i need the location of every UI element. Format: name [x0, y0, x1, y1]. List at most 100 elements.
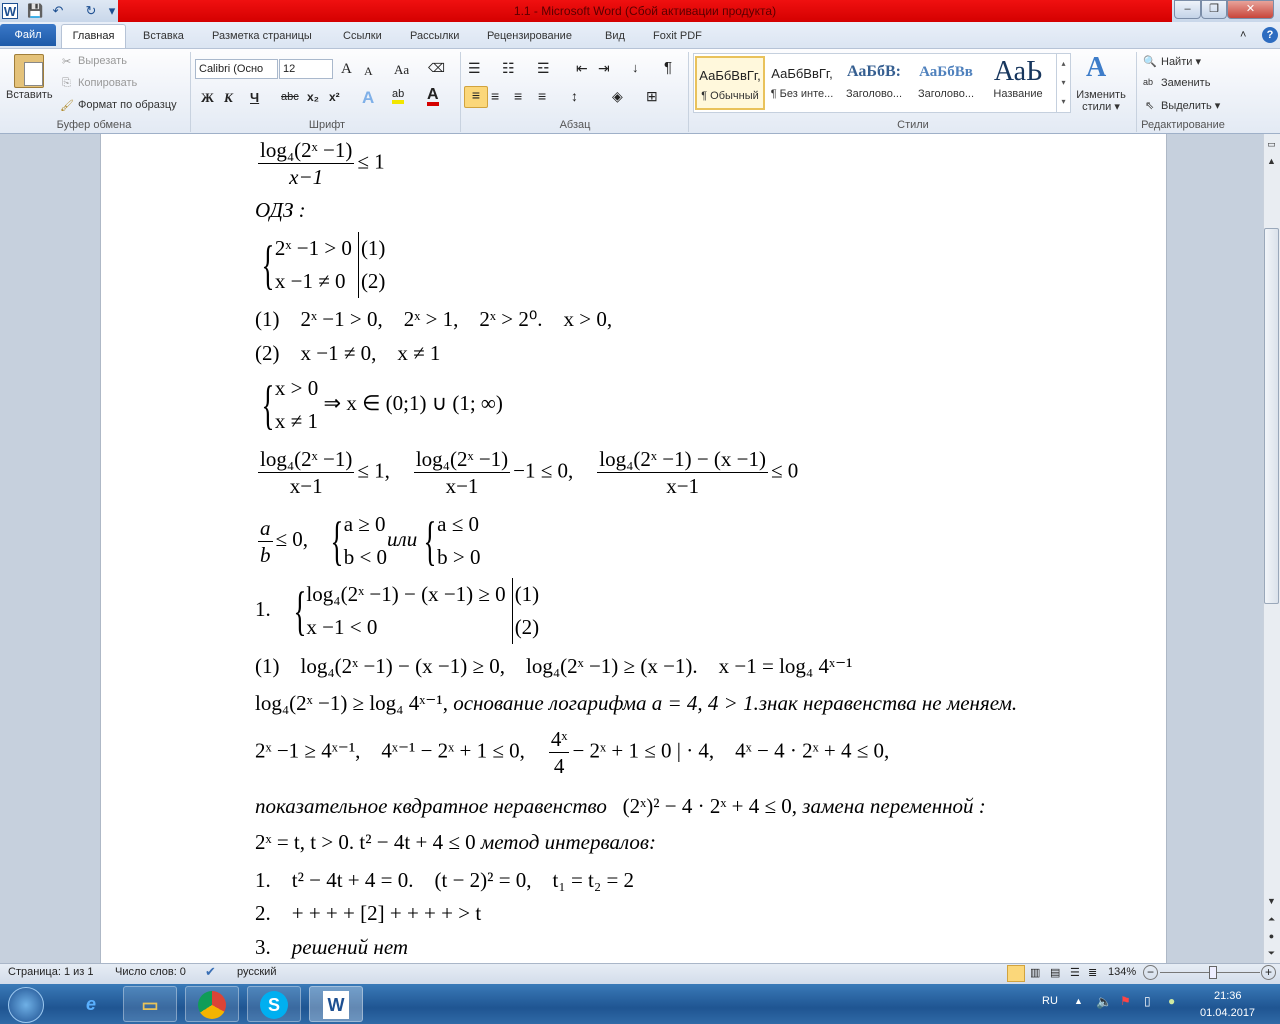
shrink-font-button[interactable]: A: [364, 64, 373, 79]
style-normal[interactable]: АаБбВвГг, ¶ Обычный: [695, 56, 765, 110]
tray-app-icon[interactable]: ●: [1168, 994, 1175, 1008]
close-button[interactable]: ✕: [1227, 0, 1274, 19]
minimize-button[interactable]: –: [1174, 0, 1201, 19]
change-case-button[interactable]: Aa: [394, 62, 409, 78]
paste-button[interactable]: Вставить: [6, 89, 53, 101]
borders-icon[interactable]: ⊞: [646, 88, 658, 105]
redo-icon[interactable]: ↻: [83, 3, 99, 19]
font-color-button[interactable]: A: [427, 87, 439, 106]
show-marks-button[interactable]: ¶: [664, 59, 672, 76]
save-icon[interactable]: 💾: [27, 3, 43, 19]
help-icon[interactable]: ?: [1262, 27, 1278, 43]
format-painter-button[interactable]: Формат по образцу: [78, 99, 177, 111]
multilevel-list-icon[interactable]: ☲: [537, 60, 550, 77]
select-button[interactable]: Выделить ▾: [1161, 99, 1220, 112]
increase-indent-icon[interactable]: ⇥: [598, 60, 610, 77]
underline-button[interactable]: Ч: [250, 90, 259, 105]
align-right-button[interactable]: ≡: [514, 88, 522, 104]
web-layout-view-button[interactable]: ▤: [1050, 966, 1060, 979]
scroll-down-button[interactable]: ▼: [1264, 894, 1279, 909]
highlight-button[interactable]: ab: [392, 88, 405, 104]
scrollbar-thumb[interactable]: [1264, 228, 1279, 604]
full-screen-view-button[interactable]: ▥: [1030, 966, 1040, 979]
justify-button[interactable]: ≡: [538, 88, 546, 104]
volume-icon[interactable]: 🔈: [1096, 994, 1112, 1010]
clock-time[interactable]: 21:36: [1214, 990, 1242, 1002]
copy-button[interactable]: Копировать: [78, 77, 137, 89]
maximize-button[interactable]: ❐: [1201, 0, 1227, 19]
bold-button[interactable]: Ж: [201, 90, 214, 106]
collapse-ribbon-icon[interactable]: ˄: [1240, 29, 1246, 41]
font-name-select[interactable]: Calibri (Осно: [195, 59, 278, 79]
font-size-select[interactable]: 12: [279, 59, 333, 79]
tab-references[interactable]: Ссылки: [343, 26, 382, 48]
clear-formatting-icon[interactable]: ⌫: [428, 61, 445, 75]
align-center-button[interactable]: ≡: [491, 88, 499, 104]
numbering-icon[interactable]: ☷: [502, 60, 515, 77]
math-line-5: (2) x −1 ≠ 0, x ≠ 1: [255, 341, 441, 365]
subscript-button[interactable]: x₂: [307, 90, 319, 104]
outline-view-button[interactable]: ☰: [1070, 966, 1080, 979]
internet-explorer-icon[interactable]: e: [64, 986, 118, 1022]
input-language[interactable]: RU: [1042, 995, 1058, 1007]
system-row: log₄(2ˣ −1) − (x −1) ≥ 0: [306, 582, 506, 606]
select-browse-object-button[interactable]: ●: [1264, 929, 1279, 944]
sort-icon[interactable]: ↓: [632, 60, 639, 75]
zoom-slider-handle[interactable]: [1209, 966, 1217, 979]
zoom-in-button[interactable]: +: [1261, 965, 1276, 980]
show-hidden-icons[interactable]: ▲: [1074, 996, 1083, 1006]
find-button[interactable]: Найти ▾: [1161, 55, 1201, 68]
bullets-icon[interactable]: ☰: [468, 60, 481, 77]
tab-view[interactable]: Вид: [605, 26, 625, 48]
scroll-up-button[interactable]: ▲: [1264, 154, 1279, 169]
zoom-out-button[interactable]: −: [1143, 965, 1158, 980]
replace-button[interactable]: Заменить: [1161, 77, 1210, 89]
print-layout-view-button[interactable]: [1007, 965, 1025, 982]
shading-icon[interactable]: ◈: [612, 88, 623, 105]
word-app-icon[interactable]: W: [2, 3, 18, 19]
tab-home[interactable]: Главная: [61, 24, 126, 49]
text-effects-button[interactable]: A: [362, 88, 374, 108]
tab-mailings[interactable]: Рассылки: [410, 26, 459, 48]
style-title[interactable]: АаЬ Название: [983, 56, 1053, 110]
action-center-icon[interactable]: ⚑: [1120, 994, 1131, 1008]
ruler-toggle-icon[interactable]: ▭: [1264, 137, 1279, 152]
undo-icon[interactable]: ↶: [50, 3, 66, 19]
explorer-icon[interactable]: ▭: [123, 986, 177, 1022]
style-heading-2[interactable]: АаБбВв Заголово...: [911, 56, 981, 110]
decrease-indent-icon[interactable]: ⇤: [576, 60, 588, 77]
cut-button[interactable]: Вырезать: [78, 55, 127, 67]
skype-icon[interactable]: S: [247, 986, 301, 1022]
superscript-button[interactable]: x²: [329, 90, 340, 104]
tab-review[interactable]: Рецензирование: [487, 26, 572, 48]
math-text: замена переменной :: [802, 794, 986, 818]
change-styles-button[interactable]: Изменить стили ▾: [1073, 89, 1129, 113]
next-page-button[interactable]: ⏷: [1264, 946, 1279, 961]
tab-file[interactable]: Файл: [0, 24, 56, 46]
zoom-level[interactable]: 134%: [1108, 966, 1136, 978]
style-no-spacing[interactable]: АаБбВвГг, ¶ Без инте...: [767, 56, 837, 110]
tab-insert[interactable]: Вставка: [143, 26, 184, 48]
page-count[interactable]: Страница: 1 из 1: [8, 966, 94, 978]
tab-foxit-pdf[interactable]: Foxit PDF: [653, 26, 702, 48]
previous-page-button[interactable]: ⏶: [1264, 912, 1279, 927]
strikethrough-button[interactable]: abc: [281, 91, 299, 103]
line-spacing-icon[interactable]: ↕: [571, 88, 578, 104]
paste-icon[interactable]: [14, 54, 44, 88]
start-button[interactable]: [8, 987, 44, 1023]
system-row: x ≠ 1: [274, 409, 318, 433]
tab-page-layout[interactable]: Разметка страницы: [212, 26, 312, 48]
proofing-icon[interactable]: ✔: [205, 964, 216, 980]
draft-view-button[interactable]: ≣: [1088, 966, 1097, 979]
word-count[interactable]: Число слов: 0: [115, 966, 186, 978]
language-status[interactable]: русский: [237, 966, 276, 978]
italic-button[interactable]: К: [224, 90, 233, 106]
styles-scroll[interactable]: ▴ ▾ ▾: [1056, 54, 1070, 112]
network-icon[interactable]: ▯: [1144, 994, 1151, 1008]
align-left-button[interactable]: ≡: [464, 86, 488, 108]
clock-date[interactable]: 01.04.2017: [1200, 1007, 1255, 1019]
word-taskbar-icon[interactable]: W: [309, 986, 363, 1022]
style-heading-1[interactable]: АаБбВ: Заголово...: [839, 56, 909, 110]
grow-font-button[interactable]: A: [341, 61, 352, 78]
chrome-icon[interactable]: [185, 986, 239, 1022]
